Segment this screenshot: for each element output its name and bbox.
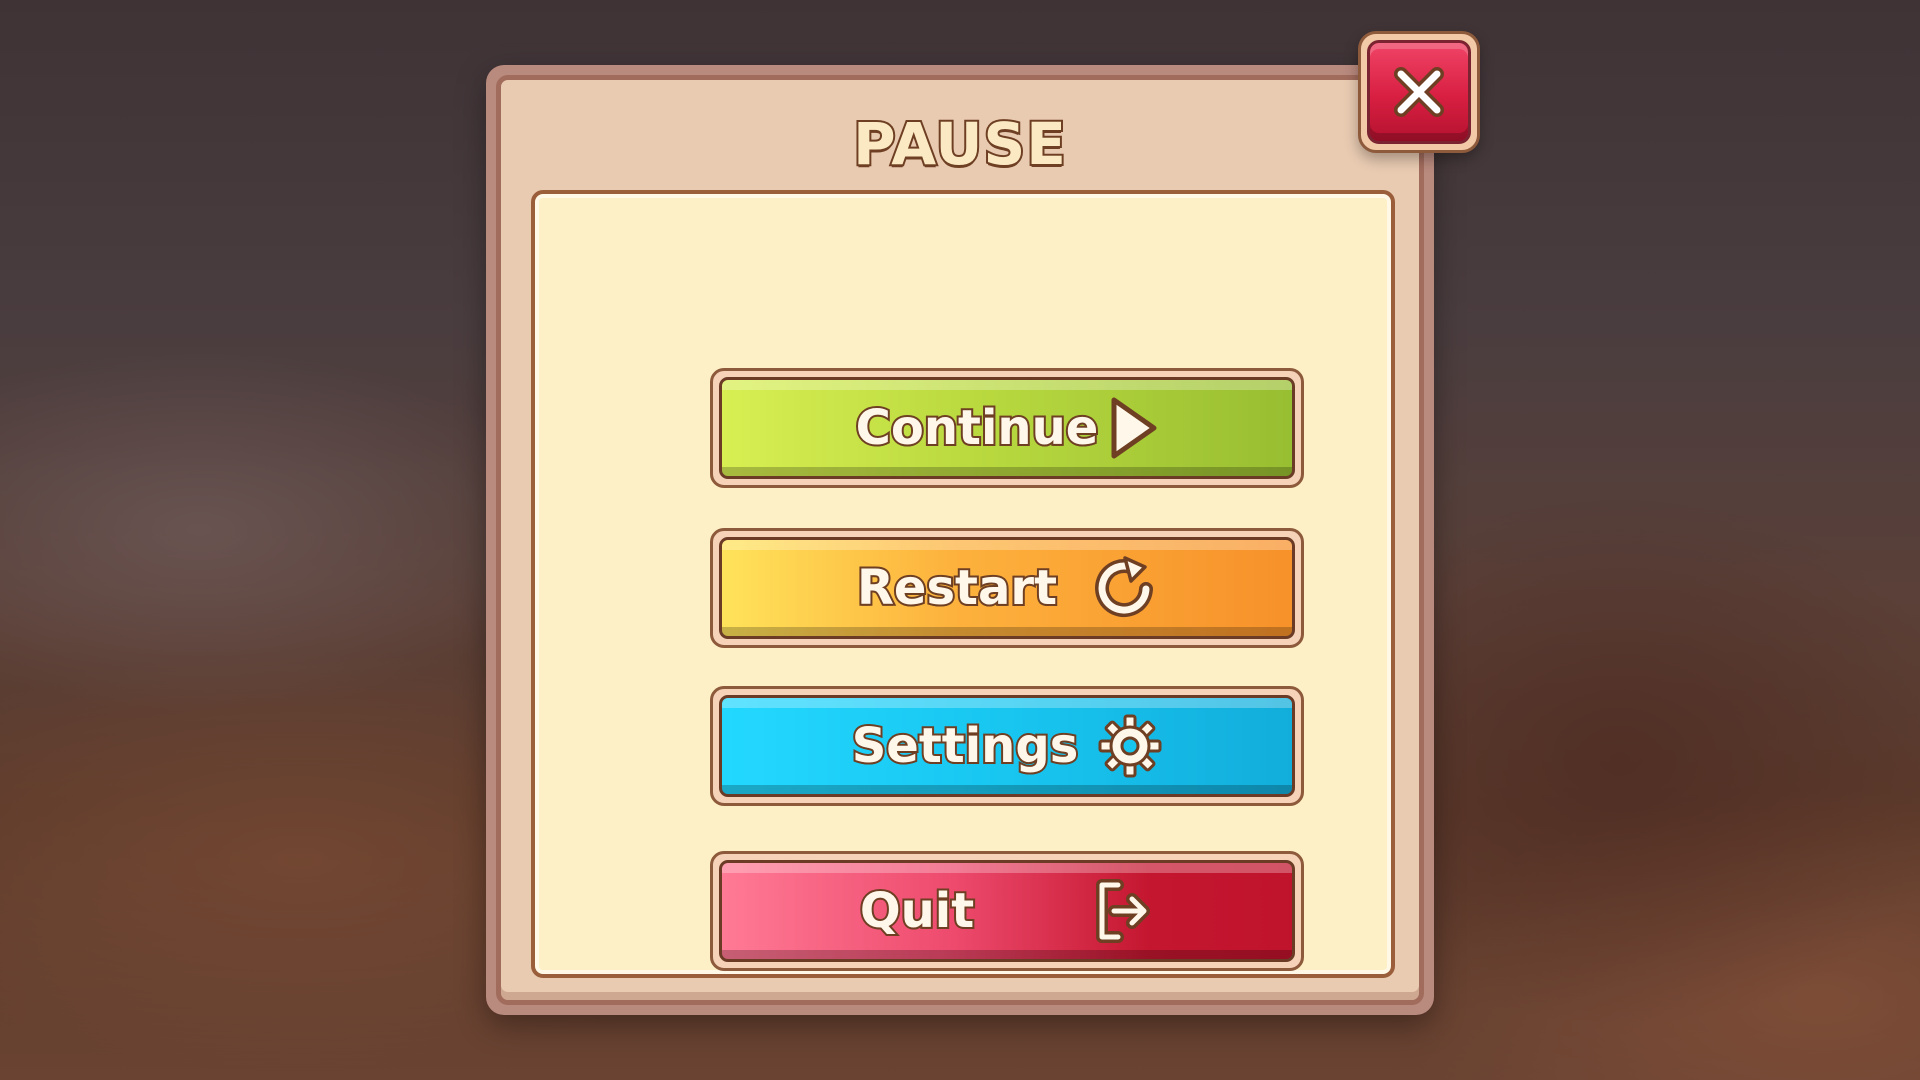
close-button[interactable] xyxy=(1358,31,1480,153)
settings-button-label: Settings xyxy=(850,716,1081,776)
close-x-icon xyxy=(1389,62,1449,122)
continue-button-label: Continue xyxy=(854,398,1101,458)
play-icon xyxy=(1108,396,1158,460)
gear-icon xyxy=(1098,714,1162,778)
quit-button[interactable]: Quit xyxy=(710,851,1304,971)
restart-icon xyxy=(1091,555,1157,621)
continue-button-face: Continue xyxy=(719,377,1295,479)
settings-button-face: Settings xyxy=(719,695,1295,797)
panel-title: PAUSE xyxy=(851,108,1068,180)
settings-button[interactable]: Settings xyxy=(710,686,1304,806)
exit-icon xyxy=(1094,879,1154,943)
quit-button-label: Quit xyxy=(858,881,976,941)
restart-button-label: Restart xyxy=(855,558,1059,618)
restart-button[interactable]: Restart xyxy=(710,528,1304,648)
pause-panel-frame: PAUSE Continue Restart Settings Quit xyxy=(496,75,1424,1005)
panel-body: Continue Restart Settings Quit xyxy=(531,190,1395,978)
continue-button[interactable]: Continue xyxy=(710,368,1304,488)
close-button-face xyxy=(1367,40,1471,144)
restart-button-face: Restart xyxy=(719,537,1295,639)
pause-panel: PAUSE Continue Restart Settings Quit xyxy=(486,65,1434,1015)
quit-button-face: Quit xyxy=(719,860,1295,962)
